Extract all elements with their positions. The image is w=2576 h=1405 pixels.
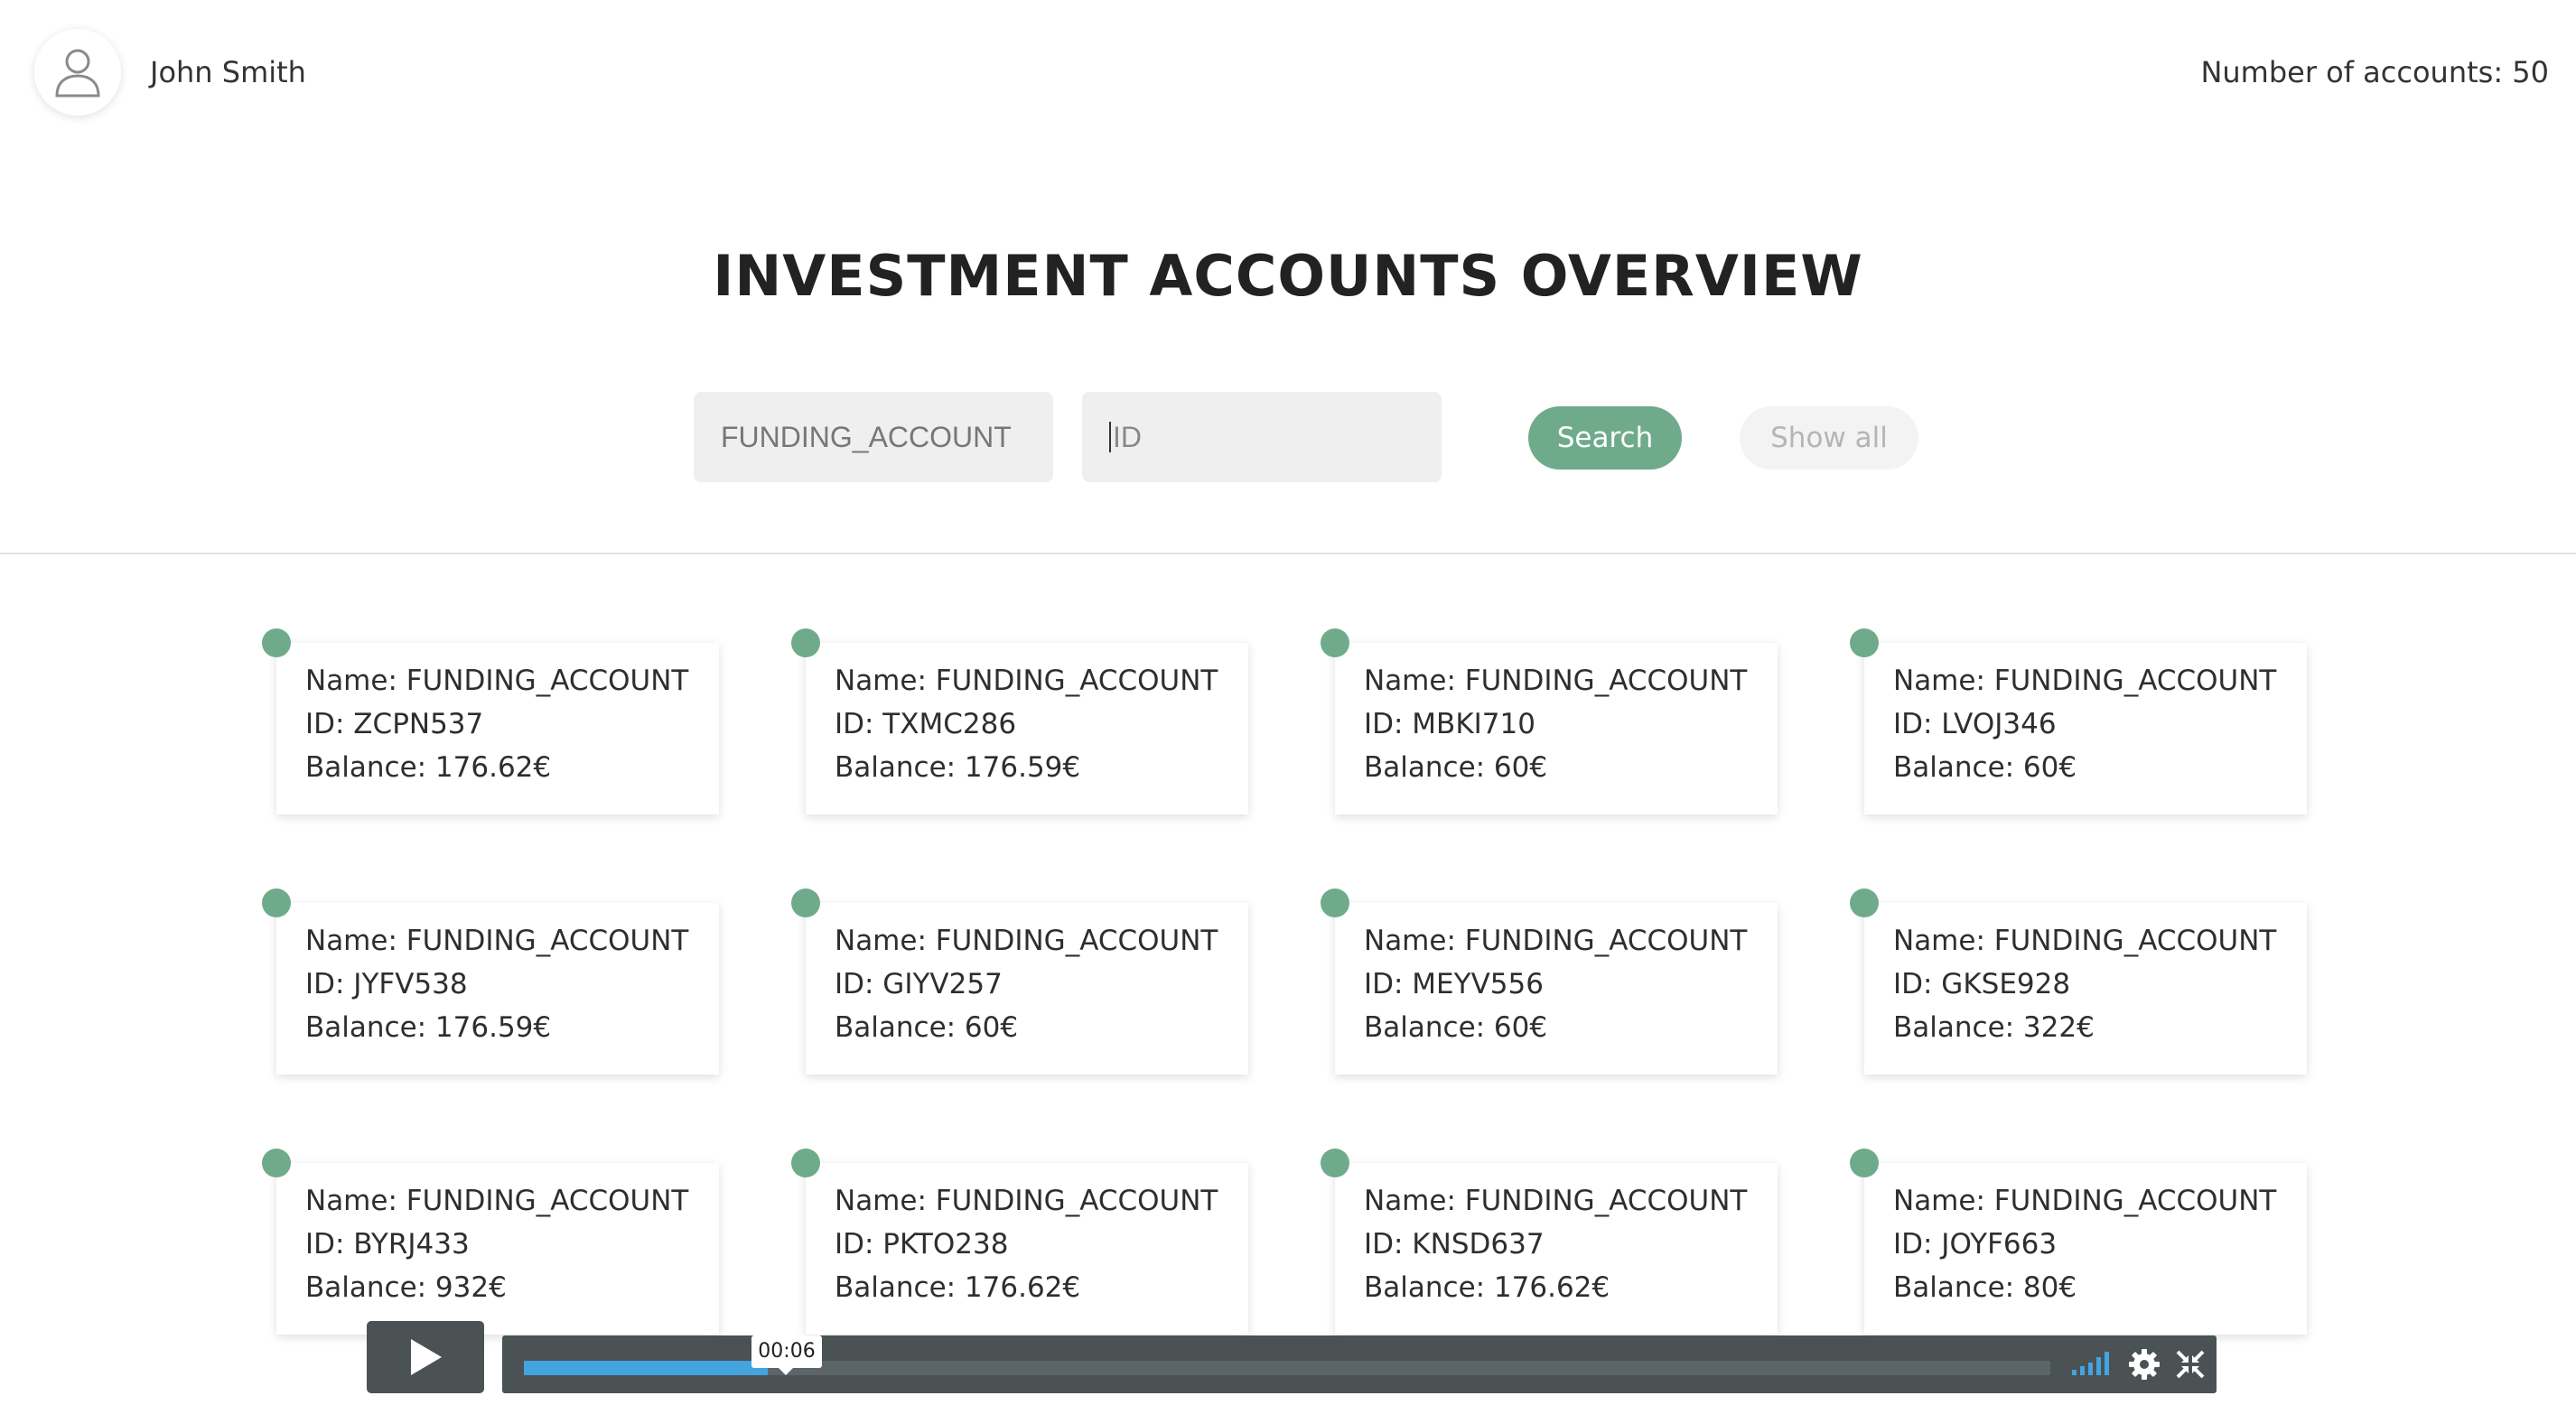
account-id: ID: BYRJ433 bbox=[305, 1228, 470, 1261]
status-dot bbox=[262, 628, 291, 657]
account-id: ID: LVOJ346 bbox=[1893, 708, 2057, 740]
volume-icon[interactable] bbox=[2070, 1350, 2114, 1377]
account-balance: Balance: 176.62€ bbox=[1364, 1271, 1610, 1304]
account-id-field[interactable]: ID bbox=[1082, 392, 1442, 482]
account-id: ID: ZCPN537 bbox=[305, 708, 484, 740]
account-name: Name: FUNDING_ACCOUNT bbox=[835, 665, 1218, 697]
status-dot bbox=[262, 1149, 291, 1177]
status-dot bbox=[791, 889, 820, 917]
account-card[interactable]: Name: FUNDING_ACCOUNT ID: TXMC286 Balance:… bbox=[806, 643, 1248, 814]
user-icon bbox=[55, 49, 100, 98]
text-caret bbox=[1109, 422, 1111, 452]
divider bbox=[0, 553, 2576, 554]
account-card[interactable]: Name: FUNDING_ACCOUNT ID: LVOJ346 Balance:… bbox=[1864, 643, 2307, 814]
account-id-placeholder: ID bbox=[1113, 420, 1142, 453]
account-id: ID: TXMC286 bbox=[835, 708, 1017, 740]
avatar[interactable] bbox=[34, 29, 121, 116]
account-name: Name: FUNDING_ACCOUNT bbox=[1364, 665, 1748, 697]
status-dot bbox=[1850, 628, 1879, 657]
account-name: Name: FUNDING_ACCOUNT bbox=[305, 665, 689, 697]
account-card[interactable]: Name: FUNDING_ACCOUNT ID: JOYF663 Balance:… bbox=[1864, 1163, 2307, 1335]
account-name: Name: FUNDING_ACCOUNT bbox=[1893, 665, 2277, 697]
account-card[interactable]: Name: FUNDING_ACCOUNT ID: GKSE928 Balance:… bbox=[1864, 903, 2307, 1075]
account-card[interactable]: Name: FUNDING_ACCOUNT ID: MBKI710 Balance:… bbox=[1335, 643, 1778, 814]
account-name: Name: FUNDING_ACCOUNT bbox=[835, 925, 1218, 957]
account-id: ID: GKSE928 bbox=[1893, 968, 2071, 1000]
account-id: ID: PKTO238 bbox=[835, 1228, 1009, 1261]
account-id: ID: GIYV257 bbox=[835, 968, 1003, 1000]
status-dot bbox=[1321, 1149, 1349, 1177]
account-card[interactable]: Name: FUNDING_ACCOUNT ID: BYRJ433 Balance:… bbox=[276, 1163, 719, 1335]
account-balance: Balance: 176.59€ bbox=[305, 1011, 552, 1044]
gear-icon[interactable] bbox=[2128, 1348, 2161, 1381]
account-name-field[interactable]: FUNDING_ACCOUNT bbox=[694, 392, 1053, 482]
time-tooltip: 00:06 bbox=[751, 1335, 822, 1375]
user-name: John Smith bbox=[150, 55, 306, 89]
account-name: Name: FUNDING_ACCOUNT bbox=[1364, 1185, 1748, 1217]
account-balance: Balance: 176.62€ bbox=[305, 751, 552, 784]
status-dot bbox=[1850, 889, 1879, 917]
player-controls: 00:06 bbox=[502, 1335, 2217, 1393]
search-button[interactable]: Search bbox=[1528, 406, 1682, 470]
account-balance: Balance: 60€ bbox=[835, 1011, 1019, 1044]
account-name: Name: FUNDING_ACCOUNT bbox=[835, 1185, 1218, 1217]
status-dot bbox=[262, 889, 291, 917]
page-title: INVESTMENT ACCOUNTS OVERVIEW bbox=[713, 243, 1863, 309]
account-balance: Balance: 176.59€ bbox=[835, 751, 1081, 784]
account-name-value: FUNDING_ACCOUNT bbox=[721, 420, 1012, 453]
account-balance: Balance: 60€ bbox=[1364, 751, 1548, 784]
account-balance: Balance: 176.62€ bbox=[835, 1271, 1081, 1304]
account-id: ID: MBKI710 bbox=[1364, 708, 1535, 740]
account-name: Name: FUNDING_ACCOUNT bbox=[1364, 925, 1748, 957]
status-dot bbox=[1850, 1149, 1879, 1177]
account-id: ID: JYFV538 bbox=[305, 968, 468, 1000]
account-balance: Balance: 322€ bbox=[1893, 1011, 2095, 1044]
account-name: Name: FUNDING_ACCOUNT bbox=[1893, 925, 2277, 957]
play-button[interactable] bbox=[367, 1321, 484, 1393]
account-card[interactable]: Name: FUNDING_ACCOUNT ID: GIYV257 Balance:… bbox=[806, 903, 1248, 1075]
account-card[interactable]: Name: FUNDING_ACCOUNT ID: KNSD637 Balance:… bbox=[1335, 1163, 1778, 1335]
progress-track[interactable]: 00:06 bbox=[524, 1335, 2050, 1375]
status-dot bbox=[791, 628, 820, 657]
account-card[interactable]: Name: FUNDING_ACCOUNT ID: MEYV556 Balance:… bbox=[1335, 903, 1778, 1075]
fullscreen-icon[interactable] bbox=[2175, 1348, 2206, 1381]
status-dot bbox=[1321, 628, 1349, 657]
account-name: Name: FUNDING_ACCOUNT bbox=[305, 1185, 689, 1217]
status-dot bbox=[791, 1149, 820, 1177]
account-name: Name: FUNDING_ACCOUNT bbox=[1893, 1185, 2277, 1217]
account-id: ID: JOYF663 bbox=[1893, 1228, 2058, 1261]
account-balance: Balance: 80€ bbox=[1893, 1271, 2077, 1304]
account-id: ID: MEYV556 bbox=[1364, 968, 1544, 1000]
account-id: ID: KNSD637 bbox=[1364, 1228, 1545, 1261]
account-balance: Balance: 932€ bbox=[305, 1271, 507, 1304]
account-balance: Balance: 60€ bbox=[1364, 1011, 1548, 1044]
show-all-button[interactable]: Show all bbox=[1740, 406, 1918, 470]
account-card[interactable]: Name: FUNDING_ACCOUNT ID: ZCPN537 Balance:… bbox=[276, 643, 719, 814]
account-count: Number of accounts: 50 bbox=[2200, 55, 2549, 89]
play-icon bbox=[411, 1339, 442, 1375]
account-name: Name: FUNDING_ACCOUNT bbox=[305, 925, 689, 957]
progress-fill bbox=[524, 1361, 769, 1375]
status-dot bbox=[1321, 889, 1349, 917]
account-card[interactable]: Name: FUNDING_ACCOUNT ID: PKTO238 Balance:… bbox=[806, 1163, 1248, 1335]
account-card[interactable]: Name: FUNDING_ACCOUNT ID: JYFV538 Balance:… bbox=[276, 903, 719, 1075]
account-balance: Balance: 60€ bbox=[1893, 751, 2077, 784]
